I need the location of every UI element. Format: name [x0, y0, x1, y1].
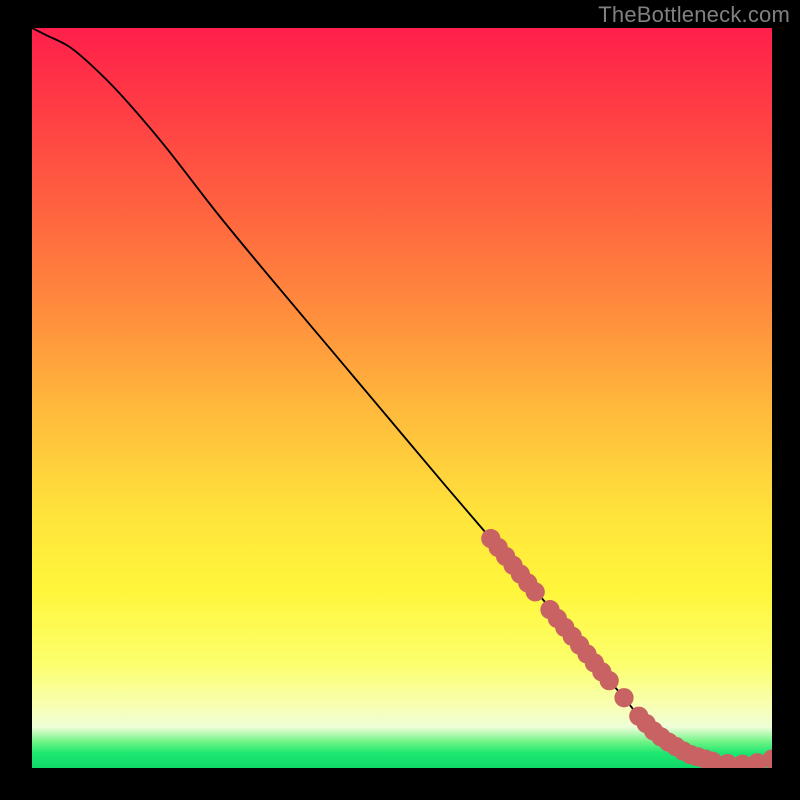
bottleneck-curve-line [32, 28, 772, 764]
curve-marker [614, 688, 633, 707]
chart-stage: TheBottleneck.com [0, 0, 800, 800]
curve-markers [481, 529, 772, 768]
watermark-text: TheBottleneck.com [598, 2, 790, 28]
curve-marker [526, 582, 545, 601]
curve-marker [600, 671, 619, 690]
chart-svg [32, 28, 772, 768]
